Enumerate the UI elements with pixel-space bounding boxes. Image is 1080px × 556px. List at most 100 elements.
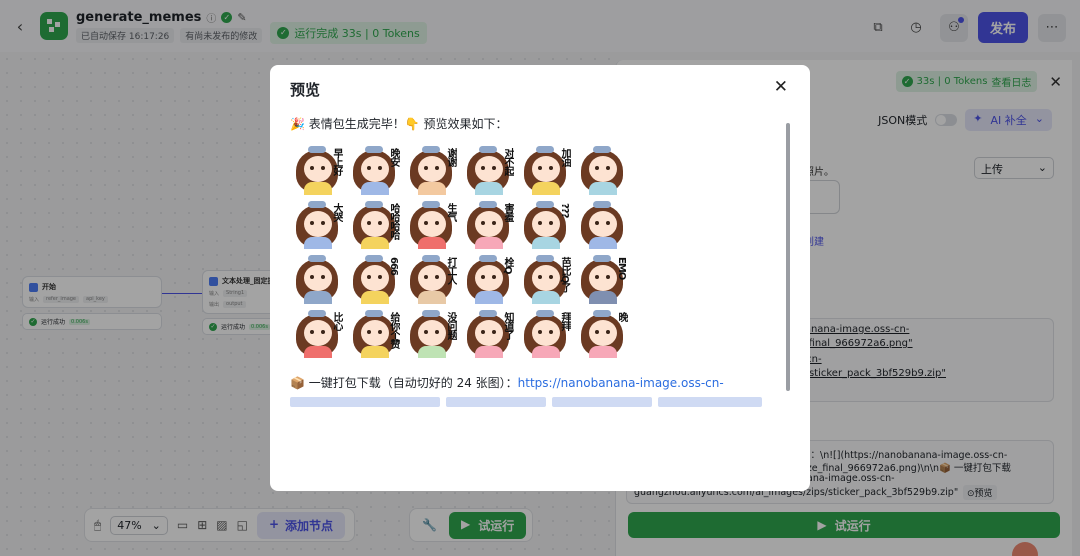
sticker-caption: 害羞 [502, 202, 513, 221]
sticker-face [361, 156, 389, 182]
sticker-bow [365, 309, 383, 317]
sticker-bow [422, 146, 440, 153]
sticker-eye [378, 329, 382, 334]
sticker-caption: 大哭 [331, 202, 342, 221]
sticker-face [475, 210, 503, 237]
sticker-grid: 早上好 晚安 谢谢 对不起 加油 大哭 哈哈哈哈 生气 害羞??? 666 打工人 栓Q 芭比Q了 EMO… [290, 144, 628, 358]
close-icon[interactable]: ✕ [774, 77, 788, 97]
sticker-bow [365, 146, 383, 153]
modal-title: 预览 [290, 81, 321, 99]
sticker-item: 晚安 [347, 144, 400, 195]
sticker-face [361, 319, 389, 346]
sticker-eye [435, 275, 439, 279]
sticker-caption: 谢谢 [445, 148, 456, 166]
sticker-bow [422, 255, 440, 262]
sticker-eye [481, 275, 485, 279]
redacted-segment [658, 397, 762, 407]
sticker-eye [538, 329, 542, 334]
sticker-item: 晚 [575, 307, 628, 358]
sticker-caption: 晚安 [388, 148, 399, 166]
sticker-caption: ??? [559, 202, 570, 217]
sticker-item: 早上好 [290, 144, 343, 195]
sticker-item: 芭比Q了 [518, 253, 571, 304]
sticker-caption: 打工人 [445, 257, 456, 284]
sticker-caption: 没问题 [445, 311, 456, 339]
sticker-face [304, 319, 332, 346]
sticker-eye [310, 275, 314, 279]
sticker-item: 666 [347, 253, 400, 304]
sticker-body [418, 236, 446, 249]
sticker-eye [310, 220, 314, 225]
sticker-eye [606, 275, 610, 279]
sticker-eye [538, 220, 542, 225]
sticker-eye [321, 275, 325, 279]
sticker-item: ??? [518, 198, 571, 249]
redacted-url [290, 397, 786, 407]
modal-scrollbar[interactable] [786, 117, 790, 463]
sticker-bow [593, 255, 611, 262]
sticker-item: 大哭 [290, 198, 343, 249]
sticker-bow [422, 309, 440, 317]
sticker-eye [549, 275, 553, 279]
sticker-eye [606, 166, 610, 170]
sticker-item [575, 198, 628, 249]
sticker-face [361, 265, 389, 291]
sticker-item: 哈哈哈哈 [347, 198, 400, 249]
sticker-eye [310, 166, 314, 170]
sticker-eye [378, 275, 382, 279]
sticker-eye [435, 166, 439, 170]
sticker-body [304, 345, 332, 358]
download-link[interactable]: https://nanobanana-image.oss-cn- [518, 376, 724, 390]
sticker-body [361, 236, 389, 249]
sticker-body [532, 182, 560, 195]
sticker-face [361, 210, 389, 237]
sticker-body [418, 345, 446, 358]
sticker-eye [435, 220, 439, 225]
sticker-caption: 加油 [559, 148, 570, 166]
sticker-body [589, 236, 617, 249]
download-line: 📦 一键打包下载（自动切好的 24 张图）：https://nanobanana… [290, 374, 786, 391]
sticker-item [290, 253, 343, 304]
sticker-eye [321, 220, 325, 225]
sticker-bow [365, 255, 383, 262]
sticker-eye [481, 220, 485, 225]
sticker-face [418, 156, 446, 182]
sticker-item: 谢谢 [404, 144, 457, 195]
sticker-bow [479, 309, 497, 317]
sticker-eye [606, 329, 610, 334]
sticker-bow [536, 309, 554, 317]
sticker-bow [308, 309, 326, 317]
sticker-face [418, 210, 446, 237]
sticker-bow [365, 200, 383, 208]
sticker-eye [378, 220, 382, 225]
sticker-eye [321, 329, 325, 334]
sticker-face [532, 156, 560, 182]
sticker-eye [492, 166, 496, 170]
sticker-eye [595, 220, 599, 225]
sticker-eye [424, 275, 428, 279]
sticker-face [532, 265, 560, 291]
sticker-eye [367, 220, 371, 225]
sticker-item: EMO [575, 253, 628, 304]
sticker-eye [310, 329, 314, 334]
sticker-item: 知道了 [461, 307, 514, 358]
sticker-item: 比心 [290, 307, 343, 358]
sticker-bow [593, 200, 611, 208]
sticker-face [304, 265, 332, 291]
sticker-item [575, 144, 628, 195]
sticker-face [532, 319, 560, 346]
sticker-body [304, 236, 332, 249]
sticker-eye [424, 166, 428, 170]
sticker-face [589, 156, 617, 182]
sticker-face [304, 210, 332, 237]
sticker-eye [549, 220, 553, 225]
scrollbar-thumb[interactable] [786, 123, 790, 391]
sticker-caption: 晚 [616, 311, 627, 321]
sticker-eye [367, 275, 371, 279]
sticker-bow [593, 146, 611, 153]
sticker-caption: 对不起 [502, 148, 513, 175]
sticker-item: 害羞 [461, 198, 514, 249]
sticker-caption: 生气 [445, 202, 456, 221]
sticker-item: 拜拜 [518, 307, 571, 358]
sticker-body [361, 345, 389, 358]
